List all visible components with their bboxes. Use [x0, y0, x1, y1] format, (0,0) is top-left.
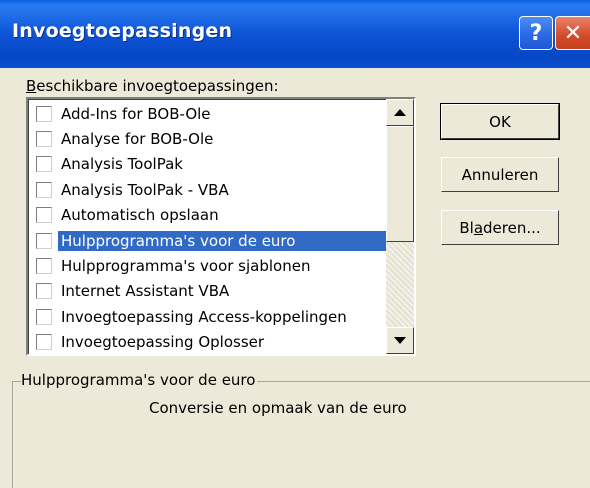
window-title: Invoegtoepassingen — [12, 20, 233, 42]
list-item-label: Analyse for BOB-Ole — [61, 130, 214, 149]
vertical-scrollbar[interactable] — [386, 99, 414, 354]
list-item[interactable]: Hulpprogramma's voor de euro — [30, 228, 414, 253]
addins-dialog: Invoegtoepassingen ? ✕ Beschikbare invoe… — [0, 0, 590, 488]
browse-label-suffix: deren... — [483, 218, 541, 237]
checkbox[interactable] — [36, 131, 52, 148]
close-icon: ✕ — [563, 20, 583, 46]
list-item[interactable]: Add-Ins for BOB-Ole — [30, 101, 388, 126]
addins-list-label-rest: eschikbare invoegtoepassingen: — [36, 77, 279, 95]
checkbox[interactable] — [36, 232, 52, 249]
scroll-thumb[interactable] — [386, 126, 414, 242]
list-item-label: Invoegtoepassing Access-koppelingen — [61, 307, 347, 326]
list-item[interactable]: Invoegtoepassing Access-koppelingen — [30, 304, 388, 329]
checkbox[interactable] — [36, 308, 52, 325]
scroll-up-button[interactable] — [386, 99, 414, 126]
checkbox[interactable] — [36, 181, 52, 198]
description-text: Conversie en opmaak van de euro — [149, 399, 407, 417]
list-item[interactable]: Hulpprogramma's voor sjablonen — [30, 253, 388, 278]
checkbox[interactable] — [36, 283, 52, 300]
scroll-down-button[interactable] — [386, 327, 414, 354]
list-item[interactable]: Automatisch opslaan — [30, 203, 388, 228]
list-item[interactable]: Analysis ToolPak — [30, 152, 388, 177]
browse-label-prefix: Bl — [459, 218, 474, 237]
list-item-label: Add-Ins for BOB-Ole — [61, 104, 211, 123]
cancel-button[interactable]: Annuleren — [441, 157, 559, 192]
checkbox[interactable] — [36, 156, 52, 173]
description-group: Hulpprogramma's voor de euro Conversie e… — [12, 371, 590, 488]
checkbox[interactable] — [36, 258, 52, 275]
list-item-label: Hulpprogramma's voor sjablonen — [61, 257, 311, 276]
arrow-down-icon — [394, 337, 406, 344]
browse-button[interactable]: Bl a deren... — [441, 210, 559, 245]
list-item[interactable]: Analyse for BOB-Ole — [30, 126, 388, 151]
addins-list-label: Beschikbare invoegtoepassingen: — [26, 77, 279, 95]
list-item-label: Hulpprogramma's voor de euro — [58, 230, 414, 251]
arrow-up-icon — [394, 109, 406, 116]
list-item[interactable]: Analysis ToolPak - VBA — [30, 177, 388, 202]
browse-label-key: a — [473, 218, 484, 237]
checkbox[interactable] — [36, 334, 52, 351]
ok-button[interactable]: OK — [440, 103, 560, 140]
list-item-label: Internet Assistant VBA — [61, 282, 230, 301]
title-bar[interactable]: Invoegtoepassingen ? ✕ — [0, 0, 590, 68]
list-item-label: Analysis ToolPak - VBA — [61, 180, 229, 199]
checkbox[interactable] — [36, 207, 52, 224]
checkbox[interactable] — [36, 105, 52, 122]
close-button[interactable]: ✕ — [555, 16, 590, 50]
list-item-label: Analysis ToolPak — [61, 155, 183, 174]
addins-list-items: Add-Ins for BOB-Ole Analyse for BOB-Ole An… — [30, 101, 414, 354]
description-title: Hulpprogramma's voor de euro — [21, 371, 258, 389]
list-item-label: Automatisch opslaan — [61, 206, 219, 225]
list-item-label: Invoegtoepassing Oplosser — [61, 333, 265, 352]
list-item[interactable]: Invoegtoepassing Oplosser — [30, 330, 388, 354]
list-item[interactable]: Internet Assistant VBA — [30, 279, 388, 304]
help-button[interactable]: ? — [519, 16, 553, 50]
help-icon: ? — [529, 20, 543, 46]
addins-listbox[interactable]: Add-Ins for BOB-Ole Analyse for BOB-Ole An… — [26, 97, 416, 356]
addins-list-label-key: B — [26, 77, 37, 95]
